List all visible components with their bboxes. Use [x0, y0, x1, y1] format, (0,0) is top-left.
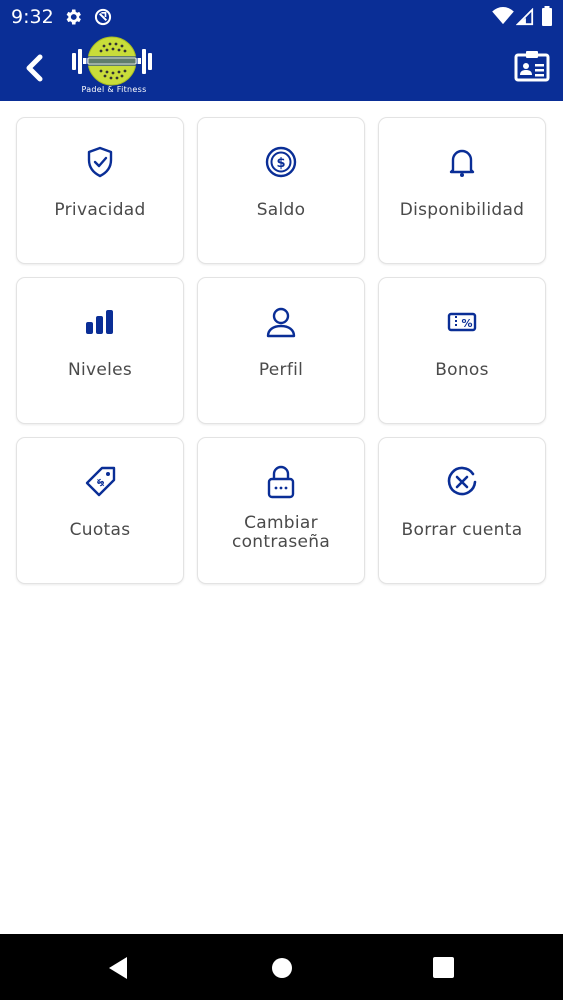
tile-label: Niveles — [67, 360, 133, 380]
tile-label: Borrar cuenta — [401, 520, 523, 540]
tile-cambiar-contrasena[interactable]: Cambiar contraseña — [197, 437, 365, 584]
tile-label: Privacidad — [54, 200, 146, 220]
bell-icon — [448, 145, 476, 179]
status-time: 9:32 — [11, 6, 54, 28]
chevron-left-icon — [26, 54, 43, 82]
tile-label: Cuotas — [69, 520, 131, 540]
settings-menu-grid: Privacidad $ Saldo Disponibilidad Nivele… — [16, 117, 547, 584]
battery-icon — [541, 6, 553, 31]
dollar-coin-icon: $ — [265, 145, 297, 179]
logo-subtitle: Padel & Fitness — [81, 85, 147, 94]
system-nav-bar — [0, 934, 563, 1000]
bar-chart-icon — [85, 305, 115, 339]
tile-label: Disponibilidad — [399, 200, 525, 220]
tile-perfil[interactable]: Perfil — [197, 277, 365, 424]
app-bar: Padel & Fitness — [0, 34, 563, 101]
tile-borrar-cuenta[interactable]: Borrar cuenta — [378, 437, 546, 584]
nav-back-icon[interactable] — [107, 956, 129, 985]
id-card-icon — [514, 51, 550, 82]
nav-home-icon[interactable] — [271, 957, 293, 984]
id-card-button[interactable] — [514, 50, 552, 84]
tile-label: Bonos — [435, 360, 489, 380]
tile-privacidad[interactable]: Privacidad — [16, 117, 184, 264]
tile-saldo[interactable]: $ Saldo — [197, 117, 365, 264]
svg-text:%: % — [461, 317, 472, 330]
svg-text:$: $ — [276, 156, 285, 171]
shield-check-icon — [85, 145, 115, 179]
tile-disponibilidad[interactable]: Disponibilidad — [378, 117, 546, 264]
discount-ticket-icon: % — [447, 305, 477, 339]
sync-off-icon — [93, 7, 113, 32]
signal-icon — [515, 7, 534, 31]
user-icon — [265, 305, 297, 339]
back-button[interactable] — [16, 50, 52, 86]
tile-label: Perfil — [258, 360, 304, 380]
tile-bonos[interactable]: % Bonos — [378, 277, 546, 424]
tile-niveles[interactable]: Niveles — [16, 277, 184, 424]
tile-label: Cambiar contraseña — [231, 513, 331, 552]
close-circle-icon — [445, 465, 479, 499]
price-tag-icon: $ — [83, 465, 117, 499]
nav-recents-icon[interactable] — [433, 957, 454, 983]
club-logo: Padel & Fitness — [70, 36, 154, 100]
wifi-icon — [492, 7, 514, 30]
tile-label: Saldo — [256, 200, 306, 220]
tennis-ball-dumbbell-logo — [72, 36, 152, 86]
tile-cuotas[interactable]: $ Cuotas — [16, 437, 184, 584]
gear-icon — [63, 7, 83, 32]
status-bar: 9:32 — [0, 0, 563, 34]
lock-icon — [266, 465, 296, 499]
